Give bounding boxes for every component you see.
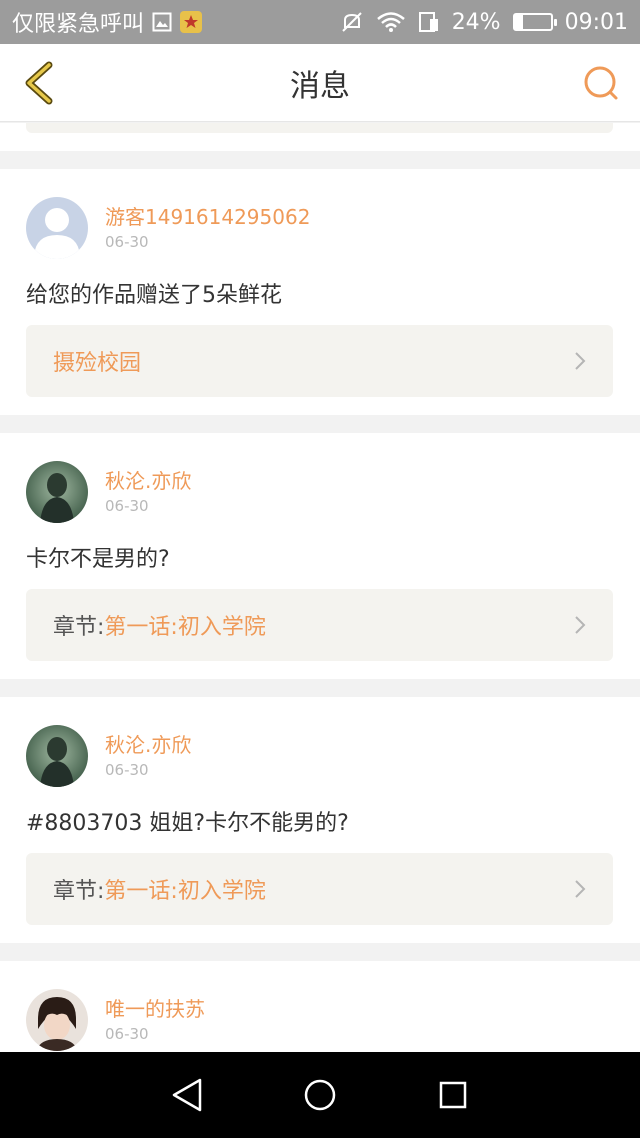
avatar[interactable] [26, 725, 88, 787]
message-text: 给您的作品赠送了5朵鲜花 [26, 283, 282, 308]
message-date: 06-30 [105, 761, 149, 779]
carrier-text: 仅限紧急呼叫 [12, 12, 145, 37]
message-date: 06-30 [105, 1025, 149, 1043]
message-text: #8803703 姐姐?卡尔不能男的? [26, 811, 349, 836]
user-photo-avatar [26, 725, 88, 787]
message-date: 06-30 [105, 233, 149, 251]
link-title: 摄殓校园 [53, 351, 142, 376]
user-photo-avatar [26, 461, 88, 523]
message-card: 秋沦.亦欣 06-30 #8803703 姐姐?卡尔不能男的? 章节: 第一话:… [0, 697, 640, 943]
link-title: 第一话:初入学院 [104, 879, 266, 904]
user-photo-avatar [26, 989, 88, 1051]
username[interactable]: 唯一的扶苏 [105, 993, 205, 1022]
app-header: 消息 [0, 44, 640, 122]
work-link[interactable]: 摄殓校园 [26, 325, 613, 397]
message-card: 秋沦.亦欣 06-30 卡尔不是男的? 章节: 第一话:初入学院 [0, 433, 640, 679]
link-label: 章节: [53, 879, 105, 904]
username[interactable]: 秋沦.亦欣 [105, 729, 191, 758]
partial-link-box[interactable] [26, 123, 613, 133]
message-text: 卡尔不是男的? [26, 547, 170, 572]
status-bar: 仅限紧急呼叫 24% 09:01 [0, 0, 640, 44]
sim-icon [418, 11, 440, 33]
link-title: 第一话:初入学院 [104, 615, 266, 640]
nav-back-button[interactable] [157, 1065, 217, 1125]
wifi-icon [376, 11, 406, 33]
link-label: 章节: [53, 615, 105, 640]
chevron-right-icon [575, 880, 586, 898]
nav-home-button[interactable] [290, 1065, 350, 1125]
avatar[interactable] [26, 989, 88, 1051]
circle-home-icon [304, 1079, 336, 1111]
search-icon [584, 66, 618, 100]
message-date: 06-30 [105, 497, 149, 515]
nav-recents-button[interactable] [423, 1065, 483, 1125]
triangle-back-icon [172, 1078, 201, 1112]
message-card: 游客1491614295062 06-30 给您的作品赠送了5朵鲜花 摄殓校园 [0, 169, 640, 415]
avatar[interactable] [26, 461, 88, 523]
chapter-link[interactable]: 章节: 第一话:初入学院 [26, 853, 613, 925]
square-recents-icon [440, 1081, 467, 1109]
username[interactable]: 秋沦.亦欣 [105, 465, 191, 494]
back-button[interactable] [14, 58, 64, 108]
battery-icon [512, 13, 557, 31]
chapter-link[interactable]: 章节: 第一话:初入学院 [26, 589, 613, 661]
chevron-left-icon [25, 61, 53, 105]
image-icon [152, 12, 172, 32]
username[interactable]: 游客1491614295062 [105, 201, 310, 230]
search-button[interactable] [576, 58, 626, 108]
clock: 09:01 [564, 9, 628, 35]
mute-icon [340, 10, 364, 34]
message-card: 唯一的扶苏 06-30 [0, 961, 640, 1052]
system-nav-bar [0, 1052, 640, 1138]
partial-message-card [0, 123, 640, 151]
app-badge-icon [180, 11, 203, 33]
avatar[interactable] [26, 197, 88, 259]
chevron-right-icon [575, 616, 586, 634]
message-list[interactable]: 游客1491614295062 06-30 给您的作品赠送了5朵鲜花 摄殓校园 … [0, 123, 640, 1052]
default-avatar-icon [26, 197, 88, 259]
chevron-right-icon [575, 352, 586, 370]
battery-percent: 24% [451, 9, 501, 35]
page-title: 消息 [290, 68, 350, 104]
